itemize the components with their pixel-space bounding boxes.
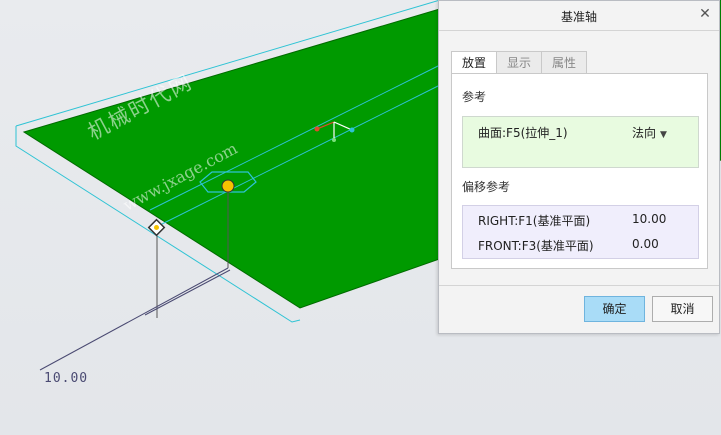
offset-row[interactable]: FRONT:F3(基准平面) 0.00 <box>478 237 698 257</box>
offset-references-collector[interactable]: RIGHT:F1(基准平面) 10.00 FRONT:F3(基准平面) 0.00 <box>462 205 699 259</box>
offset-ref-name: RIGHT:F1(基准平面) <box>478 214 591 228</box>
offset-leader-2 <box>39 267 229 371</box>
offset-ref-name: FRONT:F3(基准平面) <box>478 239 594 253</box>
dimension-extension <box>144 269 231 316</box>
close-icon[interactable]: ✕ <box>697 6 713 22</box>
triad-dot-x <box>349 127 355 133</box>
references-label: 参考 <box>462 90 487 104</box>
offset-handle-dot <box>154 225 159 230</box>
dimension-value[interactable]: 10.00 <box>44 371 88 386</box>
offset-value-field[interactable]: 0.00 <box>632 237 659 251</box>
constraint-value: 法向 <box>632 126 657 140</box>
tab-strip: 放置 显示 属性 <box>451 51 588 74</box>
footer-divider <box>439 285 719 286</box>
references-collector[interactable]: 曲面:F5(拉伸_1) 法向 ▼ <box>462 116 699 168</box>
reference-item[interactable]: 曲面:F5(拉伸_1) <box>478 124 568 141</box>
tab-placement[interactable]: 放置 <box>451 51 498 74</box>
constraint-dropdown[interactable]: 法向 ▼ <box>632 124 667 141</box>
ok-button[interactable]: 确定 <box>584 296 645 322</box>
datum-axis-dialog: 基准轴 ✕ 放置 显示 属性 参考 曲面:F5(拉伸_1) 法向 ▼ 偏移参考 R… <box>438 0 720 334</box>
offset-value-field[interactable]: 10.00 <box>632 212 666 226</box>
cancel-button[interactable]: 取消 <box>652 296 713 322</box>
triad-dot-y <box>314 126 320 132</box>
chevron-down-icon: ▼ <box>660 130 667 140</box>
axis-handle-icon[interactable] <box>221 179 235 193</box>
dialog-titlebar[interactable]: 基准轴 ✕ <box>439 1 719 31</box>
offset-row[interactable]: RIGHT:F1(基准平面) 10.00 <box>478 212 698 232</box>
placement-panel: 参考 曲面:F5(拉伸_1) 法向 ▼ 偏移参考 RIGHT:F1(基准平面) 1… <box>451 73 708 269</box>
dialog-title: 基准轴 <box>560 10 597 24</box>
triad-dot-z <box>332 138 336 142</box>
tab-properties[interactable]: 属性 <box>542 51 588 74</box>
offset-references-label: 偏移参考 <box>462 180 511 194</box>
tab-display[interactable]: 显示 <box>497 51 543 74</box>
